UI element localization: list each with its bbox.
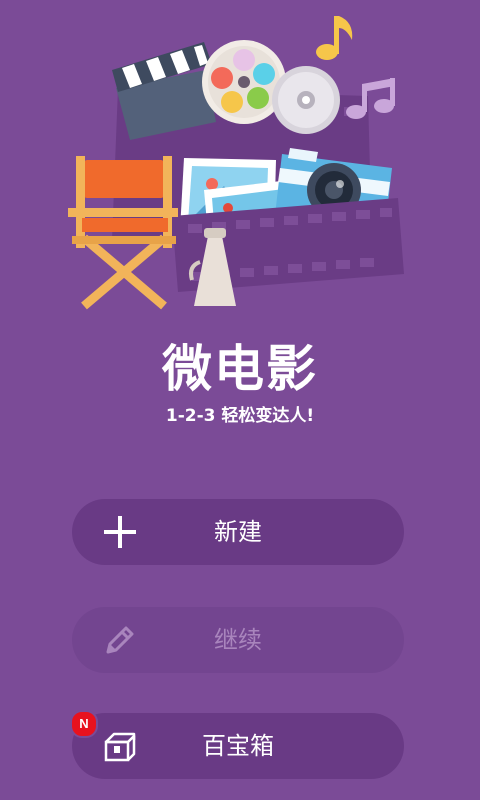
disc-icon [272, 66, 340, 134]
new-button[interactable]: 新建 [72, 499, 404, 565]
movie-illustration [68, 16, 404, 310]
toolbox-button-label: 百宝箱 [202, 732, 274, 760]
director-chair-icon [68, 156, 178, 310]
app-title: 微电影 [162, 340, 318, 398]
new-badge: N [70, 710, 98, 738]
music-note-icon [316, 16, 353, 60]
home-screen: 微电影 1-2-3 轻松变达人! 新建 继续 百宝箱 N [0, 0, 480, 800]
app-subtitle: 1-2-3 轻松变达人! [165, 406, 315, 426]
toolbox-button[interactable]: 百宝箱 N [70, 710, 404, 779]
continue-button-label: 继续 [214, 626, 262, 654]
continue-button[interactable]: 继续 [72, 607, 404, 673]
film-reel-icon [202, 40, 286, 124]
new-button-label: 新建 [214, 518, 262, 546]
